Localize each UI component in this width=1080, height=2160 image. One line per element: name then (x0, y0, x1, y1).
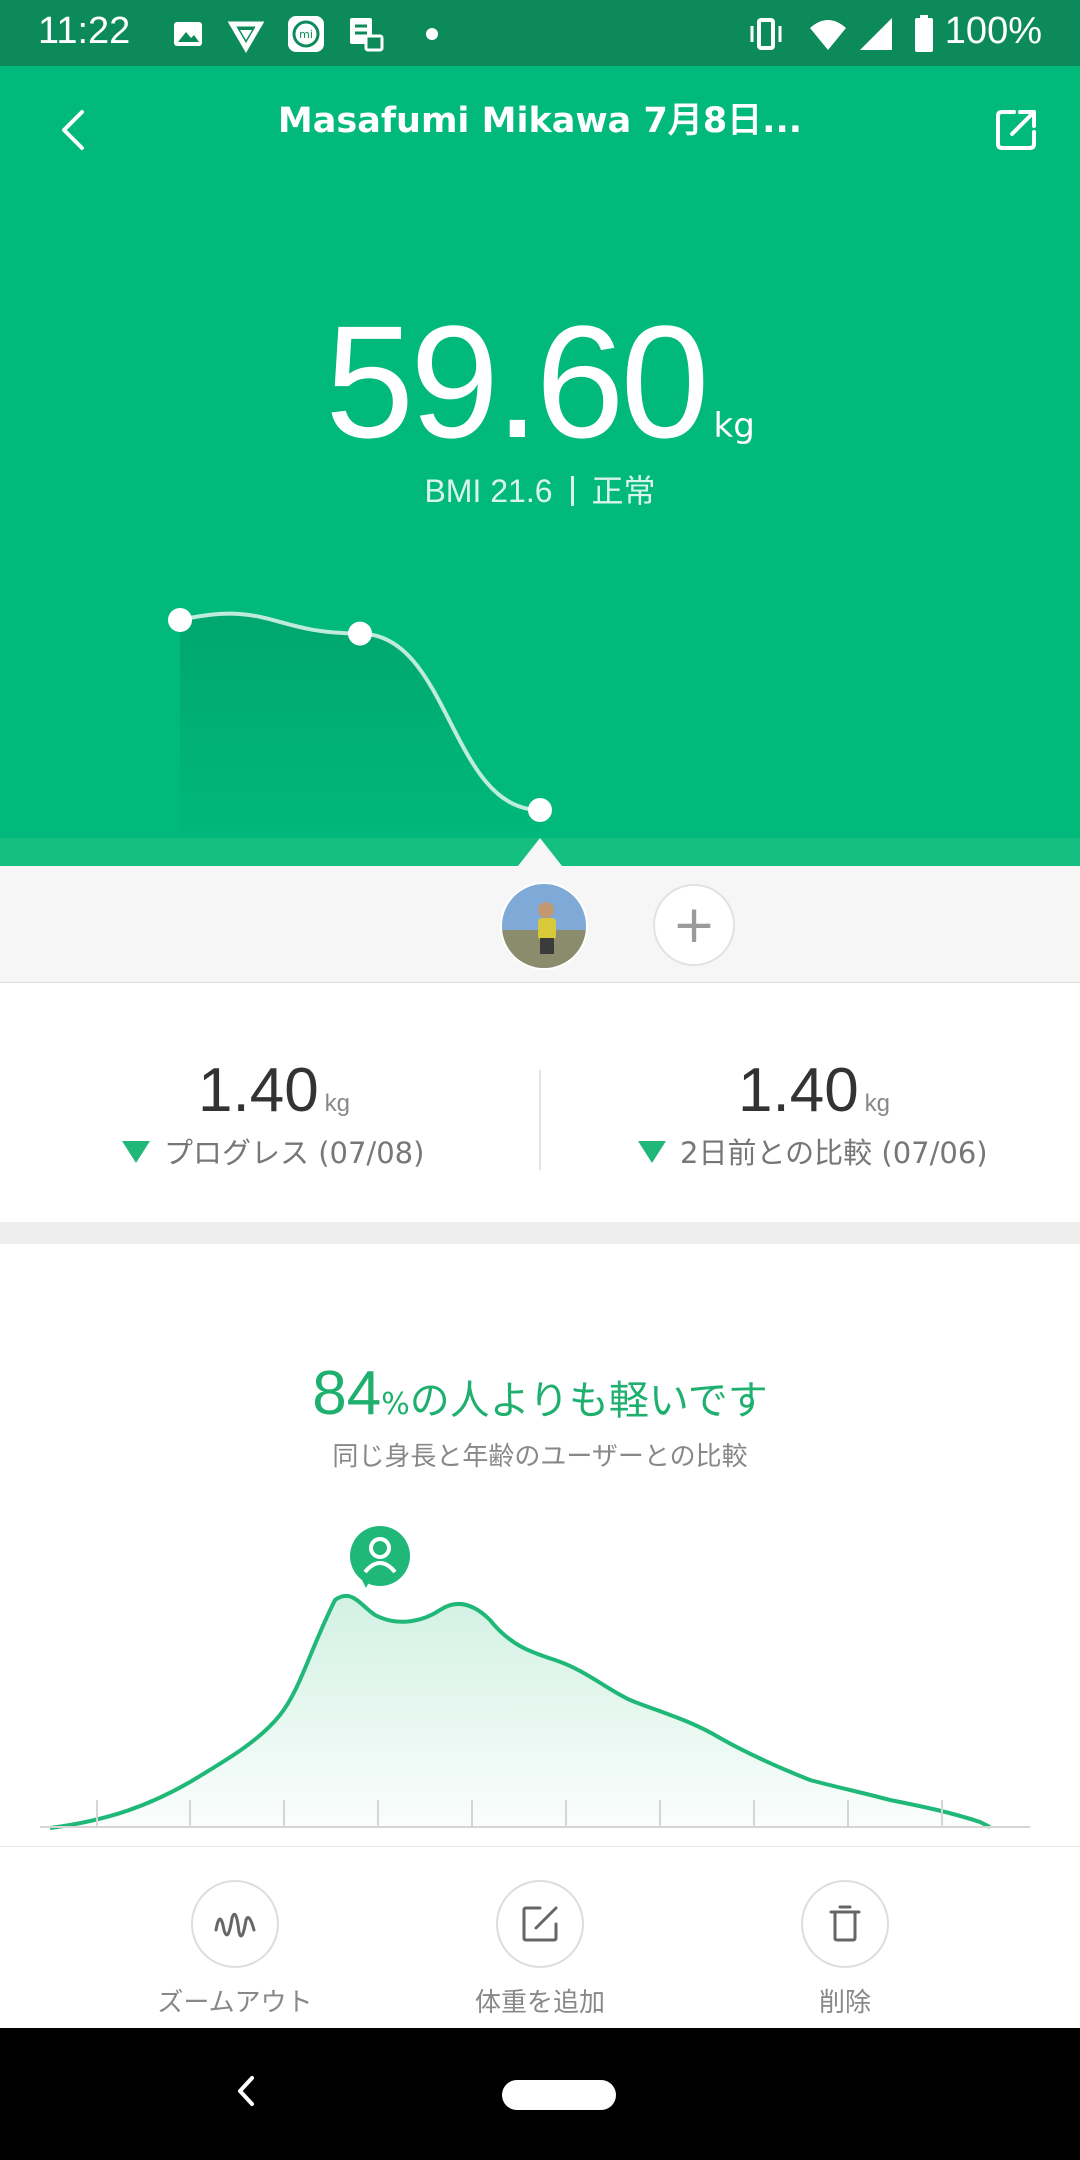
comparison-title-text: の人よりも軽いです (409, 1378, 768, 1424)
vibrate-icon (750, 18, 782, 50)
bmi-separator (570, 476, 574, 506)
direction-icon (227, 21, 265, 53)
delete-circle[interactable] (801, 1880, 889, 1968)
bmi-line: BMI 21.6 正常 (0, 466, 1080, 512)
status-bar: 11:22 mi 100% (0, 0, 1080, 66)
weight-display: 59.60 kg (0, 290, 1080, 474)
battery-percent: 100% (944, 10, 1042, 52)
add-user-button[interactable]: + (653, 884, 735, 966)
selected-point-indicator (518, 838, 562, 866)
down-triangle-icon (638, 1141, 666, 1163)
wifi-icon (810, 20, 846, 50)
weight-value: 59.60 (325, 292, 709, 471)
trend-point[interactable] (348, 621, 372, 646)
compare-value: 1.40 kg (738, 1055, 890, 1126)
dot-icon (426, 28, 438, 40)
checklist-icon (350, 18, 384, 52)
progress-label-text: プログレス (07/08) (164, 1136, 425, 1170)
weight-trend-chart[interactable] (0, 560, 1080, 860)
nav-back-icon[interactable] (222, 2066, 272, 2116)
edit-icon (522, 1906, 558, 1942)
comparison-percent: 84 (312, 1359, 382, 1428)
nav-home-pill[interactable] (502, 2080, 616, 2110)
progress-unit: kg (324, 1090, 351, 1117)
battery-icon (915, 15, 933, 52)
weight-unit: kg (713, 406, 755, 446)
stats-divider (539, 1070, 541, 1170)
share-icon[interactable] (992, 104, 1042, 154)
page-title: Masafumi Mikawa 7月8日... (277, 101, 803, 141)
section-divider (0, 1222, 1080, 1244)
zoom-out-circle[interactable] (191, 1880, 279, 1968)
compare-number: 1.40 (738, 1056, 859, 1125)
comparison-subtitle: 同じ身長と年齢のユーザーとの比較 (332, 1442, 748, 1472)
trend-point[interactable] (528, 798, 552, 822)
avatar-photo-icon (502, 884, 586, 968)
trend-point[interactable] (168, 608, 192, 632)
trend-area (180, 613, 540, 850)
user-position-marker-icon (350, 1526, 410, 1588)
progress-label: プログレス (07/08) (122, 1130, 424, 1172)
down-triangle-icon (122, 1141, 150, 1163)
mi-fit-icon: mi (288, 16, 324, 52)
comparison-title: 84%の人よりも軽いです (0, 1358, 1080, 1429)
add-weight-button[interactable]: 体重を追加 (420, 1880, 660, 2019)
bmi-value: BMI 21.6 (424, 473, 553, 509)
zoom-out-wave-icon (214, 1912, 256, 1938)
bmi-status: 正常 (591, 473, 656, 509)
zoom-out-button[interactable]: ズームアウト (115, 1880, 355, 2019)
comparison-percent-sign: % (381, 1387, 410, 1422)
add-weight-label: 体重を追加 (474, 1988, 605, 2018)
compare-label-text: 2日前との比較 (07/06) (680, 1136, 988, 1170)
distribution-area (50, 1595, 990, 1828)
delete-label: 削除 (818, 1988, 871, 2018)
gallery-icon (174, 22, 202, 46)
progress-value: 1.40 kg (198, 1055, 350, 1126)
trash-icon (829, 1905, 861, 1942)
back-arrow-icon[interactable] (52, 100, 102, 160)
user-avatar[interactable] (500, 882, 588, 970)
delete-button[interactable]: 削除 (725, 1880, 965, 2019)
compare-label: 2日前との比較 (07/06) (638, 1130, 988, 1172)
zoom-out-label: ズームアウト (157, 1988, 313, 2018)
svg-text:mi: mi (299, 28, 313, 41)
add-weight-circle[interactable] (496, 1880, 584, 1968)
cell-signal-icon (860, 18, 892, 50)
progress-number: 1.40 (198, 1056, 319, 1125)
compare-unit: kg (864, 1090, 891, 1117)
weight-distribution-chart (40, 1526, 1030, 1830)
status-time: 11:22 (38, 10, 131, 52)
